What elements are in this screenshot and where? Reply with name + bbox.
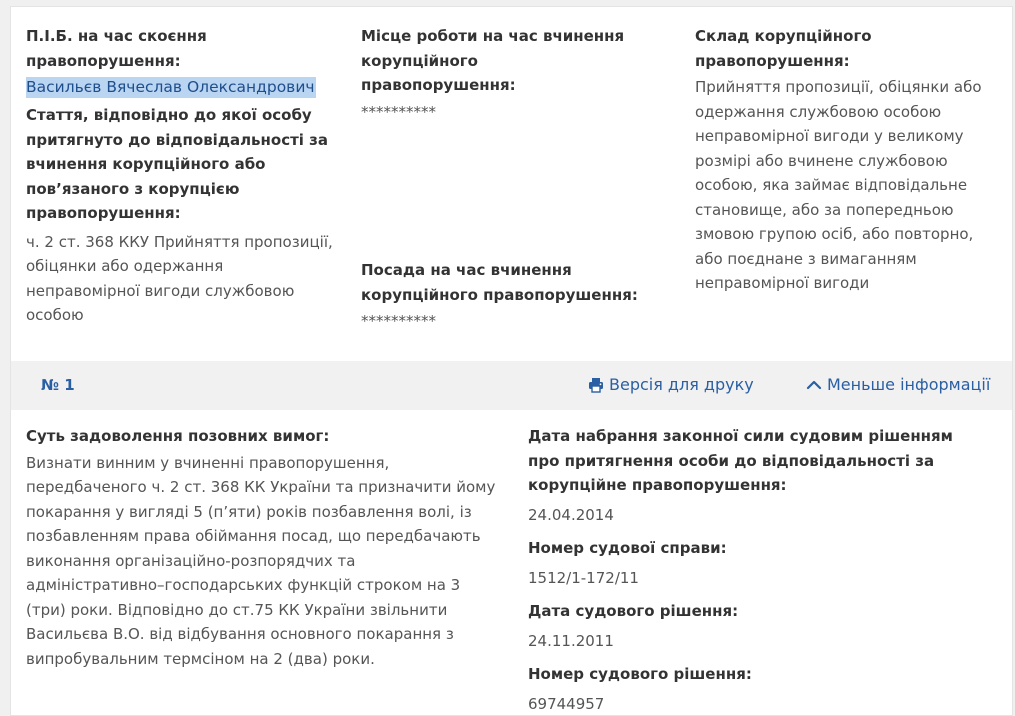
printer-icon <box>588 377 604 393</box>
print-version-button[interactable]: Версія для друку <box>588 375 754 394</box>
article-value: ч. 2 ст. 368 ККУ Прийняття пропозиції, о… <box>26 230 336 328</box>
workplace-value: ********** <box>361 100 671 125</box>
workplace-label: Місце роботи на час вчинення корупційног… <box>361 24 636 98</box>
claims-block: Суть задоволення позовних вимог: Визнати… <box>26 424 501 671</box>
middle-column-top: Місце роботи на час вчинення корупційног… <box>361 24 671 124</box>
composition-label: Склад корупційного правопорушення: <box>695 24 885 73</box>
claims-label: Суть задоволення позовних вимог: <box>26 424 501 449</box>
fio-label: П.І.Б. на час скоєння правопорушення: <box>26 24 226 73</box>
effective-date-value: 24.04.2014 <box>528 503 978 528</box>
decision-number-value: 69744957 <box>528 692 978 716</box>
case-number-value: 1512/1-172/11 <box>528 566 978 591</box>
decision-number-label: Номер судового рішення: <box>528 662 978 687</box>
position-block: Посада на час вчинення корупційного прав… <box>361 258 681 334</box>
record-card: П.І.Б. на час скоєння правопорушення: Ва… <box>10 6 1013 716</box>
position-label: Посада на час вчинення корупційного прав… <box>361 258 676 307</box>
record-number: № 1 <box>41 376 75 394</box>
effective-date-label: Дата набрання законної сили судовим ріше… <box>528 424 973 498</box>
decision-details: Дата набрання законної сили судовим ріше… <box>528 424 978 716</box>
chevron-up-icon <box>806 377 822 393</box>
fio-value: Васильєв Вячеслав Олександрович <box>26 77 316 98</box>
print-version-label: Версія для друку <box>609 375 754 394</box>
decision-date-value: 24.11.2011 <box>528 629 978 654</box>
composition-value: Прийняття пропозиції, обіцянки або одерж… <box>695 75 993 296</box>
decision-date-label: Дата судового рішення: <box>528 599 978 624</box>
case-number-label: Номер судової справи: <box>528 536 978 561</box>
article-label: Стаття, відповідно до якої особу притягн… <box>26 103 331 226</box>
less-info-label: Меньше інформації <box>827 375 990 394</box>
fio-value-wrap: Васильєв Вячеслав Олександрович <box>26 75 336 99</box>
position-value: ********** <box>361 309 681 334</box>
left-column-top: П.І.Б. на час скоєння правопорушення: Ва… <box>26 24 336 328</box>
right-column-top: Склад корупційного правопорушення: Прийн… <box>695 24 995 296</box>
claims-value: Визнати винним у вчиненні правопорушення… <box>26 451 498 672</box>
record-toolbar: № 1 Версія для друку Меньше інформації <box>11 361 1012 410</box>
less-info-button[interactable]: Меньше інформації <box>806 375 990 394</box>
